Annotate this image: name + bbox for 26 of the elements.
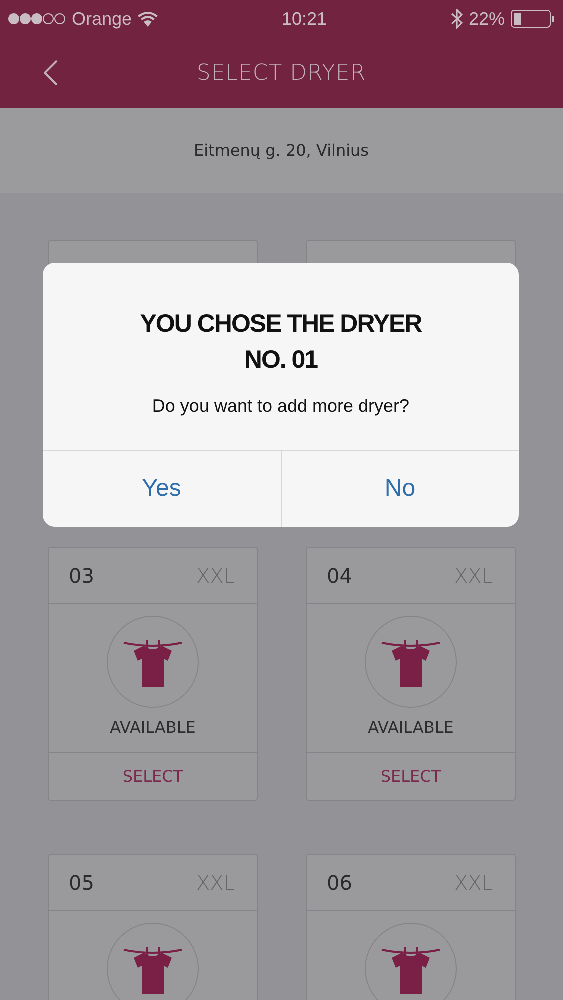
bluetooth-icon xyxy=(450,9,463,29)
wifi-icon xyxy=(138,12,158,26)
dialog-title: YOU CHOSE THE DRYER NO. 01 xyxy=(140,309,422,376)
carrier-name: Orange xyxy=(72,8,132,30)
dialog-button[interactable]: Yes xyxy=(43,451,280,527)
signal-dots-icon xyxy=(8,13,66,25)
dryer-number: 06 xyxy=(327,870,352,894)
shirt-on-line-icon xyxy=(380,637,442,687)
dryer-status: AVAILABLE xyxy=(368,718,454,737)
dryer-number: 05 xyxy=(69,870,94,894)
shirt-on-line-icon xyxy=(122,944,184,994)
screen-title: SELECT DRYER xyxy=(196,60,366,86)
dryer-status: AVAILABLE xyxy=(110,718,196,737)
battery-percent: 22% xyxy=(468,8,505,30)
dryer-number: 03 xyxy=(69,564,94,588)
select-button[interactable]: SELECT xyxy=(307,752,515,800)
shirt-on-line-icon xyxy=(380,944,442,994)
shirt-on-line-icon xyxy=(122,637,184,687)
battery-icon xyxy=(511,10,555,28)
dialog-button[interactable]: No xyxy=(280,451,519,527)
select-button[interactable]: SELECT xyxy=(49,752,257,800)
back-chevron-icon xyxy=(44,60,58,86)
address-text: Eitmenų g. 20, Vilnius xyxy=(194,141,370,160)
clock-time: 10:21 xyxy=(282,8,328,30)
dialog-message: Do you want to add more dryer? xyxy=(152,396,410,417)
dryer-number: 04 xyxy=(327,564,352,588)
